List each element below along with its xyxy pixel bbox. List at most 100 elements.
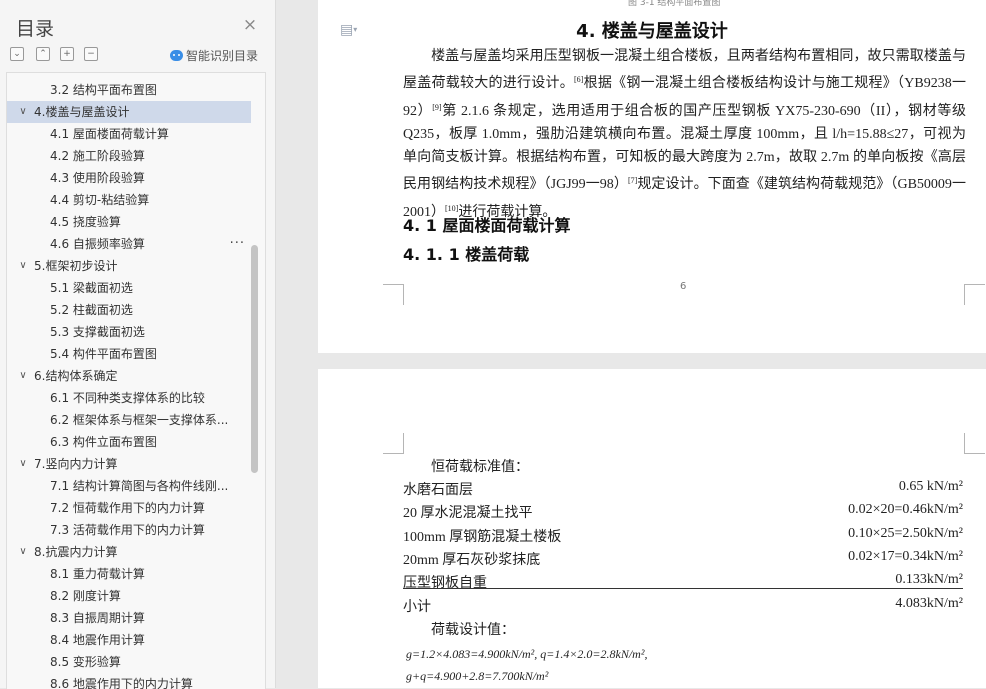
- toc-item-label: 4.4 剪切-粘结验算: [50, 193, 150, 207]
- chapter-heading: 4. 楼盖与屋盖设计: [576, 21, 728, 42]
- toc-item-label: 6.3 构件立面布置图: [50, 435, 157, 449]
- toc-chapter-item[interactable]: ∨ 8.抗震内力计算: [7, 541, 251, 563]
- ai-toc-label: 智能识别目录: [186, 49, 259, 63]
- toc-item-label: 6.结构体系确定: [34, 369, 118, 383]
- formula-line: g=1.2×4.083=4.900kN/m², q=1.4×2.0=2.8kN/…: [406, 647, 648, 661]
- table-row: 压型钢板自重 0.133kN/m²: [403, 572, 963, 594]
- toc-section-item[interactable]: 8.3 自振周期计算: [7, 607, 251, 629]
- toc-section-item[interactable]: 5.4 构件平面布置图: [7, 343, 251, 365]
- toc-chapter-item[interactable]: ∨ 5.框架初步设计: [7, 255, 251, 277]
- close-icon[interactable]: ×: [242, 17, 258, 34]
- toc-section-item[interactable]: 7.3 活荷载作用下的内力计算: [7, 519, 251, 541]
- load-item-name: 20mm 厚石灰砂浆抹底: [403, 552, 541, 568]
- toc-item-label: 5.2 柱截面初选: [50, 303, 133, 317]
- ai-toc-button[interactable]: 智能识别目录: [170, 47, 258, 64]
- document-area: 图 3-1 结构平面布置图 ▤▾ 4. 楼盖与屋盖设计 楼盖与屋盖均采用压型钢板…: [277, 0, 986, 688]
- load-item-name: 水磨石面层: [403, 483, 473, 498]
- toc-item-label: 6.2 框架体系与框架一支撑体系...: [50, 413, 229, 427]
- chevron-down-icon[interactable]: ∨: [17, 101, 29, 123]
- load-item-value: 0.133kN/m²: [895, 572, 963, 588]
- toc-section-item[interactable]: 5.3 支撑截面初选: [7, 321, 251, 343]
- toc-section-item[interactable]: 3.2 结构平面布置图: [7, 79, 251, 101]
- toc-item-label: 8.4 地震作用计算: [50, 633, 145, 647]
- page-number: 6: [680, 281, 687, 292]
- toc-section-item[interactable]: 8.2 刚度计算: [7, 585, 251, 607]
- toc-item-label: 5.3 支撑截面初选: [50, 325, 145, 339]
- toc-item-label: 8.2 刚度计算: [50, 589, 121, 603]
- table-underline: [403, 588, 963, 589]
- chevron-down-icon[interactable]: ∨: [17, 541, 29, 563]
- toc-panel: 目录 × ⌄ ⌃ + − 智能识别目录 3.2 结构平面布置图 ∨ 4.楼盖与屋盖设…: [0, 0, 276, 689]
- toc-chapter-item[interactable]: ∨ 4.楼盖与屋盖设计: [7, 101, 251, 123]
- toc-section-item[interactable]: 8.1 重力荷载计算: [7, 563, 251, 585]
- table-row: 20mm 厚石灰砂浆抹底 0.02×17=0.34kN/m²: [403, 549, 963, 571]
- table-row: 水磨石面层 0.65 kN/m²: [403, 479, 963, 501]
- toc-item-label: 6.1 不同种类支撑体系的比较: [50, 391, 205, 405]
- toc-section-item[interactable]: 4.5 挠度验算: [7, 211, 251, 233]
- toc-section-item[interactable]: 6.2 框架体系与框架一支撑体系...: [7, 409, 251, 431]
- add-heading-icon[interactable]: +: [60, 47, 74, 61]
- toc-section-item[interactable]: 6.3 构件立面布置图: [7, 431, 251, 453]
- toc-section-item[interactable]: 4.2 施工阶段验算: [7, 145, 251, 167]
- toc-section-item[interactable]: 4.3 使用阶段验算: [7, 167, 251, 189]
- toc-section-item[interactable]: 4.4 剪切-粘结验算: [7, 189, 251, 211]
- toc-item-label: 7.2 恒荷载作用下的内力计算: [50, 501, 205, 515]
- toc-section-item[interactable]: 8.4 地震作用计算: [7, 629, 251, 651]
- table-row: 20 厚水泥混凝土找平 0.02×20=0.46kN/m²: [403, 502, 963, 524]
- toc-section-item[interactable]: 8.5 变形验算: [7, 651, 251, 673]
- toc-item-label: 4.3 使用阶段验算: [50, 171, 145, 185]
- toc-section-item[interactable]: 5.2 柱截面初选: [7, 299, 251, 321]
- body-paragraph: 楼盖与屋盖均采用压型钢板一混凝土组合楼板，且两者结构布置相同，故只需取楼盖与屋盖…: [403, 49, 967, 220]
- toc-section-item[interactable]: 6.1 不同种类支撑体系的比较: [7, 387, 251, 409]
- figure-caption: 图 3-1 结构平面布置图: [628, 0, 721, 8]
- document-page: 图 3-1 结构平面布置图 ▤▾ 4. 楼盖与屋盖设计 楼盖与屋盖均采用压型钢板…: [318, 0, 986, 353]
- subsection-heading: 4. 1. 1 楼盖荷载: [403, 245, 530, 264]
- toc-item-label: 7.3 活荷载作用下的内力计算: [50, 523, 205, 537]
- toc-chapter-item[interactable]: ∨ 7.竖向内力计算: [7, 453, 251, 475]
- toc-section-item[interactable]: 7.2 恒荷载作用下的内力计算: [7, 497, 251, 519]
- toc-item-label: 4.1 屋面楼面荷载计算: [50, 127, 169, 141]
- dead-load-label: 恒荷载标准值：: [431, 459, 529, 475]
- more-options-icon[interactable]: ...: [230, 229, 245, 251]
- page-corner-mark: [383, 284, 404, 305]
- toc-section-item[interactable]: 4.6 自振频率验算...: [7, 232, 251, 255]
- load-item-name: 小计: [403, 599, 431, 615]
- section-heading: 4. 1 屋面楼面荷载计算: [403, 216, 571, 235]
- toc-section-item[interactable]: 4.1 屋面楼面荷载计算: [7, 123, 251, 145]
- load-item-value: 4.083kN/m²: [895, 595, 963, 611]
- load-item-name: 压型钢板自重: [403, 576, 487, 592]
- toc-item-label: 5.1 梁截面初选: [50, 281, 133, 295]
- toc-scrollbar[interactable]: [251, 245, 258, 473]
- toc-list-container: 3.2 结构平面布置图 ∨ 4.楼盖与屋盖设计 4.1 屋面楼面荷载计算 4.2 施工阶…: [6, 72, 266, 689]
- toc-item-label: 7.1 结构计算简图与各构件线刚...: [50, 479, 229, 493]
- expand-all-icon[interactable]: ⌃: [36, 47, 50, 61]
- toc-item-label: 8.抗震内力计算: [34, 545, 118, 559]
- toc-section-item[interactable]: 7.1 结构计算简图与各构件线刚...: [7, 475, 251, 497]
- formula-line: g+q=4.900+2.8=7.700kN/m²: [406, 669, 549, 683]
- toc-item-label: 5.4 构件平面布置图: [50, 347, 157, 361]
- page-corner-mark: [383, 433, 404, 454]
- chevron-down-icon[interactable]: ∨: [17, 365, 29, 387]
- citation: [9]: [432, 102, 442, 112]
- toc-section-item[interactable]: 8.6 地震作用下的内力计算: [7, 673, 251, 689]
- toc-item-label: 5.框架初步设计: [34, 259, 118, 273]
- chevron-down-icon[interactable]: ∨: [17, 255, 29, 277]
- toc-item-label: 4.5 挠度验算: [50, 215, 121, 229]
- page-corner-mark: [964, 433, 985, 454]
- remove-heading-icon[interactable]: −: [84, 47, 98, 61]
- toc-item-label: 4.楼盖与屋盖设计: [34, 105, 130, 119]
- toc-chapter-item[interactable]: ∨ 6.结构体系确定: [7, 365, 251, 387]
- toc-item-label: 8.3 自振周期计算: [50, 611, 145, 625]
- citation: [6]: [574, 75, 584, 85]
- collapse-all-icon[interactable]: ⌄: [10, 47, 24, 61]
- document-page: 恒荷载标准值： 水磨石面层 0.65 kN/m² 20 厚水泥混凝土找平 0.02×2…: [318, 369, 986, 688]
- chevron-down-icon[interactable]: ∨: [17, 453, 29, 475]
- table-row: 100mm 厚钢筋混凝土楼板 0.10×25=2.50kN/m²: [403, 526, 963, 548]
- table-row: 小计 4.083kN/m²: [403, 596, 963, 618]
- toc-list: 3.2 结构平面布置图 ∨ 4.楼盖与屋盖设计 4.1 屋面楼面荷载计算 4.2 施工阶…: [7, 79, 251, 689]
- toc-item-label: 3.2 结构平面布置图: [50, 83, 157, 97]
- toc-section-item[interactable]: 5.1 梁截面初选: [7, 277, 251, 299]
- load-item-value: 0.02×17=0.34kN/m²: [848, 548, 963, 564]
- toc-title: 目录: [16, 18, 55, 40]
- load-item-value: 0.10×25=2.50kN/m²: [848, 525, 963, 541]
